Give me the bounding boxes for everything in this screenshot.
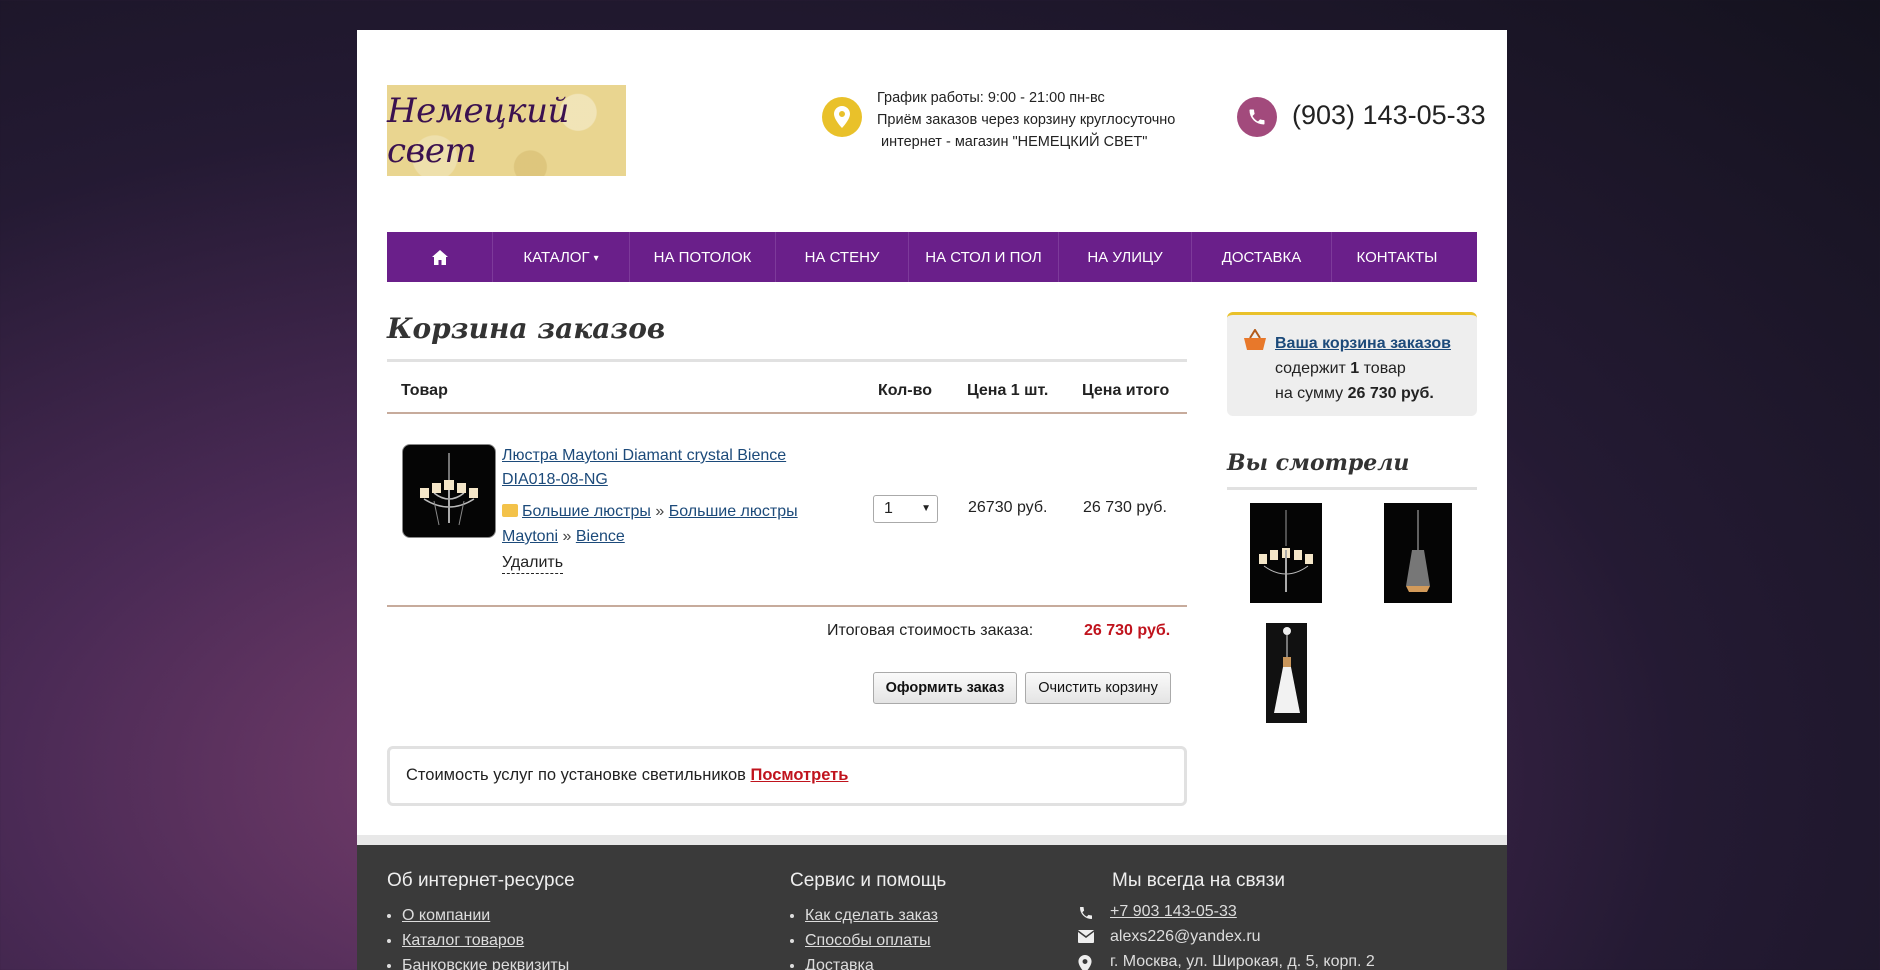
col-header-total: Цена итого — [1082, 382, 1170, 399]
nav-delivery[interactable]: ДОСТАВКА — [1192, 232, 1332, 282]
cart-sum-line: на сумму 26 730 руб. — [1275, 381, 1461, 406]
shop-name: интернет - магазин "НЕМЕЦКИЙ СВЕТ" — [881, 134, 1148, 150]
footer-link-item: Банковские реквизиты — [402, 953, 569, 970]
site-footer: Об интернет-ресурсе О компании Каталог т… — [357, 845, 1507, 970]
clear-cart-button[interactable]: Очистить корзину — [1025, 672, 1171, 704]
col-header-product: Товар — [401, 382, 448, 399]
quantity-select[interactable]: 1 ▼ — [873, 495, 938, 523]
footer-address: г. Москва, ул. Широкая, д. 5, корп. 2 — [1110, 953, 1375, 970]
phone-icon — [1078, 905, 1094, 926]
folder-icon — [502, 504, 518, 517]
nav-table-floor[interactable]: НА СТОЛ И ПОЛ — [909, 232, 1059, 282]
recently-viewed-item[interactable] — [1266, 623, 1307, 723]
orders-info: Приём заказов через корзину круглосуточн… — [877, 112, 1176, 128]
recently-viewed-item[interactable] — [1250, 503, 1322, 603]
cart-goods-text: товар — [1363, 360, 1406, 377]
footer-link-item: О компании — [402, 903, 569, 928]
nav-wall[interactable]: НА СТЕНУ — [776, 232, 909, 282]
nav-ceiling[interactable]: НА ПОТОЛОК — [630, 232, 776, 282]
footer-link-requisites[interactable]: Банковские реквизиты — [402, 957, 569, 970]
footer-link-delivery[interactable]: Доставка — [805, 957, 874, 970]
footer-separator — [357, 835, 1507, 845]
footer-link-item: Доставка — [805, 953, 938, 970]
footer-phone-row: +7 903 143-05-33 — [1080, 903, 1237, 921]
item-total: 26 730 руб. — [1083, 499, 1167, 516]
phone-icon — [1237, 97, 1277, 137]
nav-contacts[interactable]: КОНТАКТЫ — [1332, 232, 1462, 282]
chevron-down-icon: ▼ — [921, 503, 931, 514]
installation-cost-box: Стоимость услуг по установке светильнико… — [387, 746, 1187, 806]
location-pin-icon — [822, 97, 862, 137]
main-nav: КАТАЛОГ ▾ НА ПОТОЛОК НА СТЕНУ НА СТОЛ И … — [387, 232, 1477, 282]
footer-link-company[interactable]: О компании — [402, 907, 490, 924]
footer-link-payment[interactable]: Способы оплаты — [805, 932, 931, 949]
site-logo[interactable]: Немецкий свет — [387, 85, 626, 176]
location-pin-icon — [1078, 955, 1092, 970]
col-header-unit-price: Цена 1 шт. — [967, 382, 1049, 399]
cart-sum: 26 730 руб. — [1347, 385, 1434, 402]
cart-count: 1 — [1350, 360, 1360, 377]
breadcrumb-separator: » — [655, 503, 665, 520]
home-icon — [431, 249, 448, 265]
recently-viewed-item[interactable] — [1384, 503, 1452, 603]
cart-sum-prefix: на сумму — [1275, 385, 1344, 402]
order-total-value: 26 730 руб. — [1084, 622, 1171, 639]
unit-price: 26730 руб. — [968, 499, 1048, 516]
work-schedule: График работы: 9:00 - 21:00 пн-вс — [877, 90, 1105, 106]
delete-item-link[interactable]: Удалить — [502, 553, 564, 574]
footer-link-catalog[interactable]: Каталог товаров — [402, 932, 524, 949]
cart-summary-link[interactable]: Ваша корзина заказов — [1275, 335, 1451, 352]
footer-link-item: Как сделать заказ — [805, 903, 938, 928]
footer-email-row: alexs226@yandex.ru — [1077, 928, 1261, 946]
breadcrumb-large-chandeliers[interactable]: Большие люстры — [522, 503, 651, 520]
nav-home[interactable] — [387, 232, 493, 282]
footer-about-links: О компании Каталог товаров Банковские ре… — [387, 903, 569, 970]
installation-view-link[interactable]: Посмотреть — [751, 766, 849, 784]
footer-phone-link[interactable]: +7 903 143-05-33 — [1110, 903, 1237, 920]
recently-viewed-title: Вы смотрели — [1227, 450, 1477, 490]
footer-email[interactable]: alexs226@yandex.ru — [1110, 928, 1261, 945]
product-breadcrumb: Большие люстры » Большие люстры Maytoni … — [502, 499, 842, 549]
footer-service-links: Как сделать заказ Способы оплаты Доставк… — [790, 903, 938, 970]
page-title: Корзина заказов — [387, 312, 1187, 362]
page: Немецкий свет График работы: 9:00 - 21:0… — [357, 30, 1507, 970]
breadcrumb-bience[interactable]: Bience — [576, 528, 625, 545]
cart-contains-text: содержит — [1275, 360, 1346, 377]
logo-text: Немецкий свет — [387, 90, 569, 171]
product-thumbnail[interactable] — [402, 444, 496, 538]
breadcrumb-separator: » — [562, 528, 572, 545]
nav-catalog[interactable]: КАТАЛОГ ▾ — [493, 232, 630, 282]
footer-link-how-to-order[interactable]: Как сделать заказ — [805, 907, 938, 924]
nav-catalog-label: КАТАЛОГ — [523, 248, 590, 266]
chevron-down-icon: ▾ — [593, 253, 599, 264]
shop-info: График работы: 9:00 - 21:00 пн-вс Приём … — [877, 87, 1175, 153]
footer-link-item: Каталог товаров — [402, 928, 569, 953]
footer-service-title: Сервис и помощь — [790, 870, 947, 891]
cart-summary-widget: Ваша корзина заказов содержит 1 товар на… — [1227, 312, 1477, 416]
footer-about-title: Об интернет-ресурсе — [387, 870, 575, 891]
table-divider — [387, 605, 1187, 607]
installation-text: Стоимость услуг по установке светильнико… — [406, 766, 746, 784]
mail-icon — [1077, 930, 1095, 948]
quantity-value: 1 — [884, 500, 893, 517]
checkout-button[interactable]: Оформить заказ — [873, 672, 1017, 704]
cart-count-line: содержит 1 товар — [1275, 356, 1461, 381]
footer-address-row: г. Москва, ул. Широкая, д. 5, корп. 2 — [1078, 953, 1375, 970]
nav-outdoor[interactable]: НА УЛИЦУ — [1059, 232, 1192, 282]
col-header-qty: Кол-во — [878, 382, 933, 399]
product-name-link[interactable]: Люстра Maytoni Diamant crystal Bience DI… — [502, 444, 832, 492]
order-total-label: Итоговая стоимость заказа: — [827, 622, 1034, 639]
footer-contact-title: Мы всегда на связи — [1112, 870, 1286, 891]
footer-link-item: Способы оплаты — [805, 928, 938, 953]
table-divider — [387, 412, 1187, 414]
header-phone[interactable]: (903) 143-05-33 — [1292, 100, 1486, 131]
basket-icon — [1243, 328, 1267, 359]
